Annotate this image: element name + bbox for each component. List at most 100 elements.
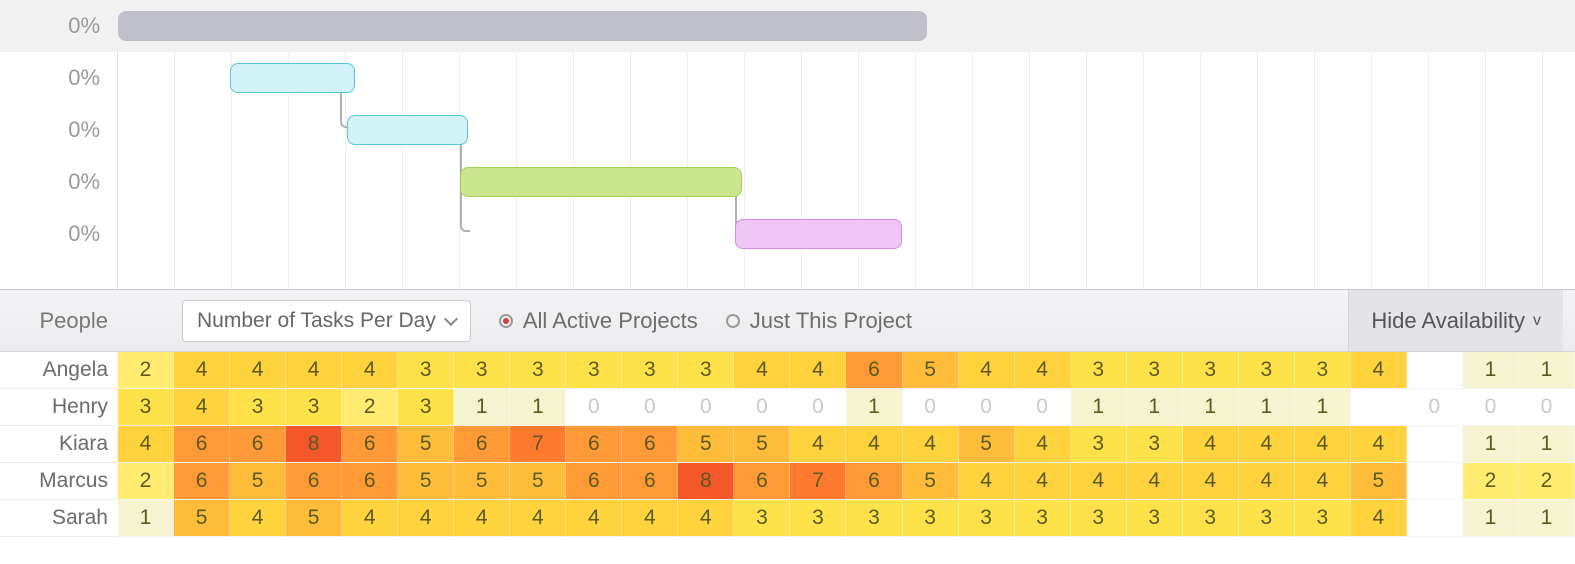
heatmap-cell[interactable]: 5 <box>174 500 230 537</box>
heatmap-cell[interactable]: 0 <box>1015 389 1071 426</box>
heatmap-cell[interactable]: 3 <box>790 500 846 537</box>
heatmap-cell[interactable]: 3 <box>1127 352 1183 389</box>
heatmap-cell[interactable]: 1 <box>118 500 174 537</box>
heatmap-cell[interactable]: 3 <box>1295 352 1351 389</box>
heatmap-cell[interactable]: 0 <box>1519 389 1575 426</box>
heatmap-cell[interactable]: 5 <box>454 463 510 500</box>
heatmap-cell[interactable]: 4 <box>846 426 902 463</box>
heatmap-cell[interactable]: 2 <box>118 463 174 500</box>
heatmap-cell[interactable]: 2 <box>1519 463 1575 500</box>
heatmap-cell[interactable]: 5 <box>959 426 1015 463</box>
heatmap-cell[interactable]: 3 <box>678 352 734 389</box>
heatmap-empty-cell[interactable] <box>1407 352 1463 389</box>
heatmap-cell[interactable]: 4 <box>1183 426 1239 463</box>
heatmap-cell[interactable]: 4 <box>1015 463 1071 500</box>
heatmap-cell[interactable]: 3 <box>230 389 286 426</box>
heatmap-cell[interactable]: 1 <box>1127 389 1183 426</box>
heatmap-empty-cell[interactable] <box>1407 426 1463 463</box>
heatmap-cell[interactable]: 6 <box>174 463 230 500</box>
heatmap-cell[interactable]: 0 <box>622 389 678 426</box>
heatmap-cell[interactable]: 0 <box>1463 389 1519 426</box>
heatmap-cell[interactable]: 6 <box>174 426 230 463</box>
heatmap-cell[interactable]: 5 <box>734 426 790 463</box>
heatmap-cell[interactable]: 3 <box>734 500 790 537</box>
heatmap-cell[interactable]: 7 <box>790 463 846 500</box>
heatmap-cell[interactable]: 4 <box>622 500 678 537</box>
heatmap-cell[interactable]: 6 <box>342 463 398 500</box>
heatmap-cell[interactable]: 6 <box>622 463 678 500</box>
heatmap-cell[interactable]: 6 <box>566 426 622 463</box>
heatmap-cell[interactable]: 3 <box>1071 426 1127 463</box>
heatmap-cell[interactable]: 3 <box>454 352 510 389</box>
heatmap-cell[interactable]: 4 <box>1183 463 1239 500</box>
radio-all-active-projects[interactable]: All Active Projects <box>499 308 698 334</box>
heatmap-cell[interactable]: 7 <box>510 426 566 463</box>
heatmap-empty-cell[interactable] <box>1351 389 1407 426</box>
heatmap-cell[interactable]: 1 <box>510 389 566 426</box>
heatmap-cell[interactable]: 4 <box>1351 500 1407 537</box>
heatmap-cell[interactable]: 1 <box>1463 426 1519 463</box>
heatmap-cell[interactable]: 3 <box>903 500 959 537</box>
heatmap-cell[interactable]: 5 <box>903 352 959 389</box>
heatmap-cell[interactable]: 5 <box>903 463 959 500</box>
heatmap-cell[interactable]: 4 <box>790 426 846 463</box>
heatmap-cell[interactable]: 4 <box>959 463 1015 500</box>
heatmap-cell[interactable]: 8 <box>678 463 734 500</box>
heatmap-cell[interactable]: 4 <box>734 352 790 389</box>
heatmap-cell[interactable]: 6 <box>342 426 398 463</box>
heatmap-cell[interactable]: 6 <box>454 426 510 463</box>
heatmap-cell[interactable]: 4 <box>342 352 398 389</box>
gantt-bar[interactable] <box>460 167 742 197</box>
gantt-bar[interactable] <box>735 219 902 249</box>
heatmap-cell[interactable]: 4 <box>566 500 622 537</box>
heatmap-cell[interactable]: 3 <box>1183 352 1239 389</box>
heatmap-cell[interactable]: 1 <box>1463 352 1519 389</box>
heatmap-cell[interactable]: 4 <box>959 352 1015 389</box>
heatmap-cell[interactable]: 3 <box>1015 500 1071 537</box>
heatmap-cell[interactable]: 4 <box>1071 463 1127 500</box>
heatmap-cell[interactable]: 1 <box>846 389 902 426</box>
heatmap-cell[interactable]: 6 <box>622 426 678 463</box>
heatmap-cell[interactable]: 5 <box>398 426 454 463</box>
heatmap-cell[interactable]: 3 <box>1239 500 1295 537</box>
heatmap-cell[interactable]: 5 <box>398 463 454 500</box>
heatmap-cell[interactable]: 2 <box>1463 463 1519 500</box>
heatmap-cell[interactable]: 4 <box>678 500 734 537</box>
heatmap-cell[interactable]: 1 <box>1519 352 1575 389</box>
heatmap-cell[interactable]: 3 <box>846 500 902 537</box>
heatmap-cell[interactable]: 6 <box>846 352 902 389</box>
heatmap-cell[interactable]: 4 <box>230 500 286 537</box>
heatmap-cell[interactable]: 6 <box>230 426 286 463</box>
gantt-chart[interactable]: 0%0%0%0%0% <box>0 0 1575 290</box>
heatmap-cell[interactable]: 5 <box>286 500 342 537</box>
heatmap-cell[interactable]: 3 <box>1071 352 1127 389</box>
gantt-bar[interactable] <box>347 115 468 145</box>
heatmap-cell[interactable]: 8 <box>286 426 342 463</box>
heatmap-cell[interactable]: 1 <box>1239 389 1295 426</box>
heatmap-cell[interactable]: 0 <box>566 389 622 426</box>
metric-dropdown[interactable]: Number of Tasks Per Day <box>182 300 471 342</box>
heatmap-cell[interactable]: 4 <box>174 352 230 389</box>
heatmap-cell[interactable]: 4 <box>454 500 510 537</box>
heatmap-cell[interactable]: 3 <box>959 500 1015 537</box>
heatmap-cell[interactable]: 0 <box>734 389 790 426</box>
heatmap-cell[interactable]: 1 <box>1519 500 1575 537</box>
heatmap-cell[interactable]: 4 <box>1295 426 1351 463</box>
heatmap-empty-cell[interactable] <box>1407 500 1463 537</box>
heatmap-cell[interactable]: 3 <box>1239 352 1295 389</box>
heatmap-cell[interactable]: 1 <box>1183 389 1239 426</box>
heatmap-cell[interactable]: 3 <box>510 352 566 389</box>
hide-availability-button[interactable]: Hide Availability v <box>1348 290 1563 351</box>
gantt-bar[interactable] <box>230 63 355 93</box>
heatmap-cell[interactable]: 4 <box>1015 352 1071 389</box>
heatmap-cell[interactable]: 1 <box>1071 389 1127 426</box>
heatmap-cell[interactable]: 5 <box>510 463 566 500</box>
heatmap-cell[interactable]: 1 <box>454 389 510 426</box>
heatmap-cell[interactable]: 4 <box>1015 426 1071 463</box>
heatmap-cell[interactable]: 4 <box>1239 426 1295 463</box>
heatmap-cell[interactable]: 4 <box>230 352 286 389</box>
heatmap-cell[interactable]: 6 <box>734 463 790 500</box>
heatmap-cell[interactable]: 5 <box>1351 463 1407 500</box>
heatmap-cell[interactable]: 4 <box>398 500 454 537</box>
heatmap-cell[interactable]: 3 <box>1071 500 1127 537</box>
